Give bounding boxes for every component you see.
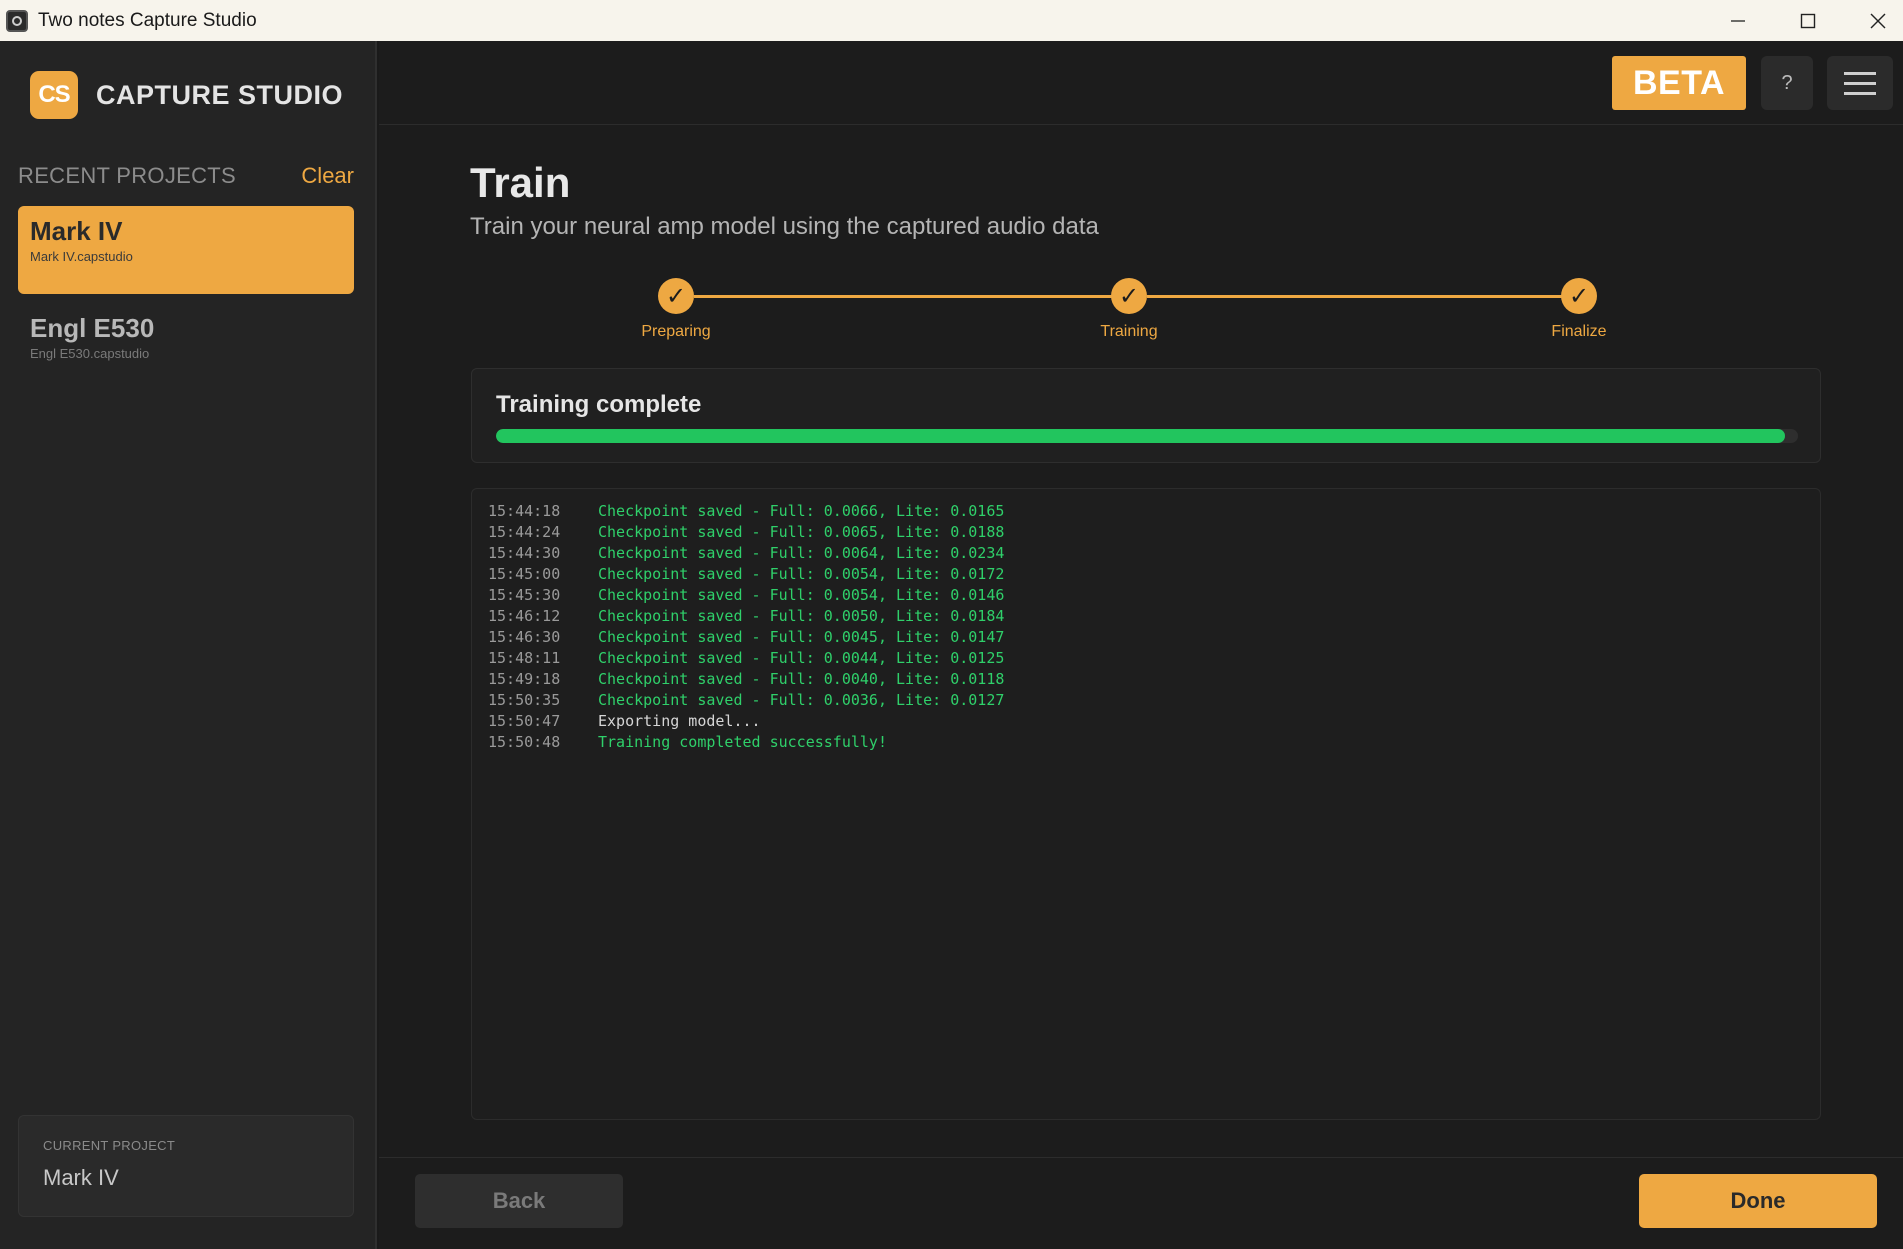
check-icon: ✓ xyxy=(1561,278,1597,314)
recent-project-item[interactable]: Mark IV Mark IV.capstudio xyxy=(18,206,354,294)
maximize-icon[interactable] xyxy=(1773,0,1843,41)
log-line: 15:44:18 Checkpoint saved - Full: 0.0066,… xyxy=(488,501,1804,522)
help-button[interactable]: ? xyxy=(1761,56,1813,110)
check-icon: ✓ xyxy=(658,278,694,314)
step-label: Training xyxy=(1100,323,1158,340)
log-timestamp: 15:45:30 xyxy=(488,586,561,604)
current-project-panel: CURRENT PROJECT Mark IV xyxy=(18,1115,354,1217)
log-message: Checkpoint saved - Full: 0.0045, Lite: 0… xyxy=(598,628,1005,646)
clear-recent-button[interactable]: Clear xyxy=(301,163,354,189)
project-name: Engl E530 xyxy=(30,313,155,343)
log-timestamp: 15:48:11 xyxy=(488,649,561,667)
top-bar: BETA ? xyxy=(379,41,1903,125)
log-message: Exporting model... xyxy=(598,712,761,730)
main-panel: BETA ? Train Train your neural amp model… xyxy=(379,41,1903,1249)
step-preparing: ✓ Preparing xyxy=(616,278,736,341)
step-finalize: ✓ Finalize xyxy=(1519,278,1639,341)
project-name: Mark IV xyxy=(30,216,123,246)
done-button[interactable]: Done xyxy=(1639,1174,1877,1228)
recent-projects-header: RECENT PROJECTS Clear xyxy=(18,163,354,189)
log-message: Checkpoint saved - Full: 0.0064, Lite: 0… xyxy=(598,544,1005,562)
page-subtitle: Train your neural amp model using the ca… xyxy=(470,213,1099,240)
log-line: 15:49:18 Checkpoint saved - Full: 0.0040,… xyxy=(488,669,1804,690)
page-title: Train xyxy=(470,159,571,206)
project-filename: Engl E530.capstudio xyxy=(30,346,150,361)
beta-badge: BETA xyxy=(1612,56,1746,110)
close-icon[interactable] xyxy=(1843,0,1903,41)
log-line: 15:50:47 Exporting model... xyxy=(488,711,1804,732)
training-status-title: Training complete xyxy=(496,391,702,418)
log-line: 15:45:30 Checkpoint saved - Full: 0.0054,… xyxy=(488,585,1804,606)
log-message: Checkpoint saved - Full: 0.0044, Lite: 0… xyxy=(598,649,1005,667)
log-timestamp: 15:50:35 xyxy=(488,691,561,709)
logo-text: CAPTURE STUDIO xyxy=(96,79,344,110)
log-message: Checkpoint saved - Full: 0.0040, Lite: 0… xyxy=(598,670,1005,688)
step-training: ✓ Training xyxy=(1069,278,1189,341)
training-status-card: Training complete xyxy=(471,368,1821,463)
log-line: 15:50:48 Training completed successfully! xyxy=(488,732,1804,753)
current-project-label: CURRENT PROJECT xyxy=(43,1138,176,1153)
step-label: Preparing xyxy=(641,323,711,340)
log-line: 15:45:00 Checkpoint saved - Full: 0.0054,… xyxy=(488,564,1804,585)
log-line: 15:44:24 Checkpoint saved - Full: 0.0065,… xyxy=(488,522,1804,543)
check-icon: ✓ xyxy=(1111,278,1147,314)
log-line: 15:44:30 Checkpoint saved - Full: 0.0064,… xyxy=(488,543,1804,564)
recent-projects-label: RECENT PROJECTS xyxy=(18,163,237,188)
hamburger-menu-icon[interactable] xyxy=(1827,56,1893,110)
log-timestamp: 15:46:12 xyxy=(488,607,561,625)
log-line: 15:48:11 Checkpoint saved - Full: 0.0044,… xyxy=(488,648,1804,669)
step-label: Finalize xyxy=(1551,323,1607,340)
log-message: Checkpoint saved - Full: 0.0065, Lite: 0… xyxy=(598,523,1005,541)
app-icon xyxy=(6,9,28,32)
log-message: Checkpoint saved - Full: 0.0066, Lite: 0… xyxy=(598,502,1005,520)
log-line: 15:46:30 Checkpoint saved - Full: 0.0045,… xyxy=(488,627,1804,648)
step-connector xyxy=(694,295,1112,298)
back-button[interactable]: Back xyxy=(415,1174,623,1228)
logo-badge: CS xyxy=(30,71,78,119)
log-timestamp: 15:50:47 xyxy=(488,712,561,730)
window-titlebar: Two notes Capture Studio xyxy=(0,0,1903,41)
log-line: 15:50:35 Checkpoint saved - Full: 0.0036,… xyxy=(488,690,1804,711)
current-project-name: Mark IV xyxy=(43,1165,119,1190)
minimize-icon[interactable] xyxy=(1703,0,1773,41)
recent-project-item[interactable]: Engl E530 Engl E530.capstudio xyxy=(18,303,354,391)
log-timestamp: 15:44:18 xyxy=(488,502,561,520)
log-timestamp: 15:46:30 xyxy=(488,628,561,646)
log-timestamp: 15:50:48 xyxy=(488,733,561,751)
training-log[interactable]: 15:44:18 Checkpoint saved - Full: 0.0066,… xyxy=(471,488,1821,1120)
log-timestamp: 15:49:18 xyxy=(488,670,561,688)
log-timestamp: 15:45:00 xyxy=(488,565,561,583)
project-filename: Mark IV.capstudio xyxy=(30,249,133,264)
log-timestamp: 15:44:30 xyxy=(488,544,561,562)
log-message: Checkpoint saved - Full: 0.0050, Lite: 0… xyxy=(598,607,1005,625)
step-connector xyxy=(1147,295,1565,298)
log-message: Training completed successfully! xyxy=(598,733,887,751)
log-message: Checkpoint saved - Full: 0.0054, Lite: 0… xyxy=(598,565,1005,583)
log-message: Checkpoint saved - Full: 0.0054, Lite: 0… xyxy=(598,586,1005,604)
app-logo: CS CAPTURE STUDIO xyxy=(30,71,343,119)
sidebar: CS CAPTURE STUDIO RECENT PROJECTS Clear … xyxy=(0,41,377,1249)
log-line: 15:46:12 Checkpoint saved - Full: 0.0050,… xyxy=(488,606,1804,627)
footer-bar: Back Done xyxy=(379,1157,1903,1249)
progress-fill xyxy=(496,429,1785,443)
log-timestamp: 15:44:24 xyxy=(488,523,561,541)
progress-bar xyxy=(496,429,1798,443)
window-title: Two notes Capture Studio xyxy=(38,9,257,31)
log-message: Checkpoint saved - Full: 0.0036, Lite: 0… xyxy=(598,691,1005,709)
